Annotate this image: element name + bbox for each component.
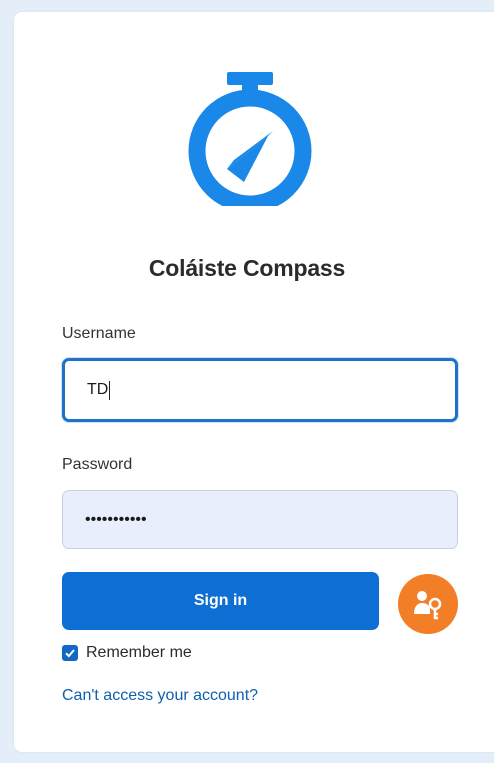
remember-me-checkbox[interactable] <box>62 645 78 661</box>
app-title: Coláiste Compass <box>148 255 346 281</box>
passkey-button[interactable] <box>398 574 458 634</box>
username-value: TD <box>87 381 109 398</box>
remember-me-label: Remember me <box>86 644 192 661</box>
password-value: ••••••••••• <box>85 510 147 528</box>
account-help-link[interactable]: Can't access your account? <box>62 687 258 705</box>
passkey-icon <box>414 591 442 620</box>
username-input[interactable]: TD <box>62 358 458 422</box>
password-input[interactable]: ••••••••••• <box>62 490 458 549</box>
username-label: Username <box>62 325 136 342</box>
password-label: Password <box>62 456 133 473</box>
remember-me-option[interactable]: Remember me <box>62 644 192 662</box>
sign-in-button[interactable]: Sign in <box>62 572 379 630</box>
compass-logo-icon <box>188 72 312 206</box>
sign-in-label: Sign in <box>193 592 248 609</box>
text-caret <box>109 380 111 400</box>
checkmark-icon <box>65 649 75 658</box>
